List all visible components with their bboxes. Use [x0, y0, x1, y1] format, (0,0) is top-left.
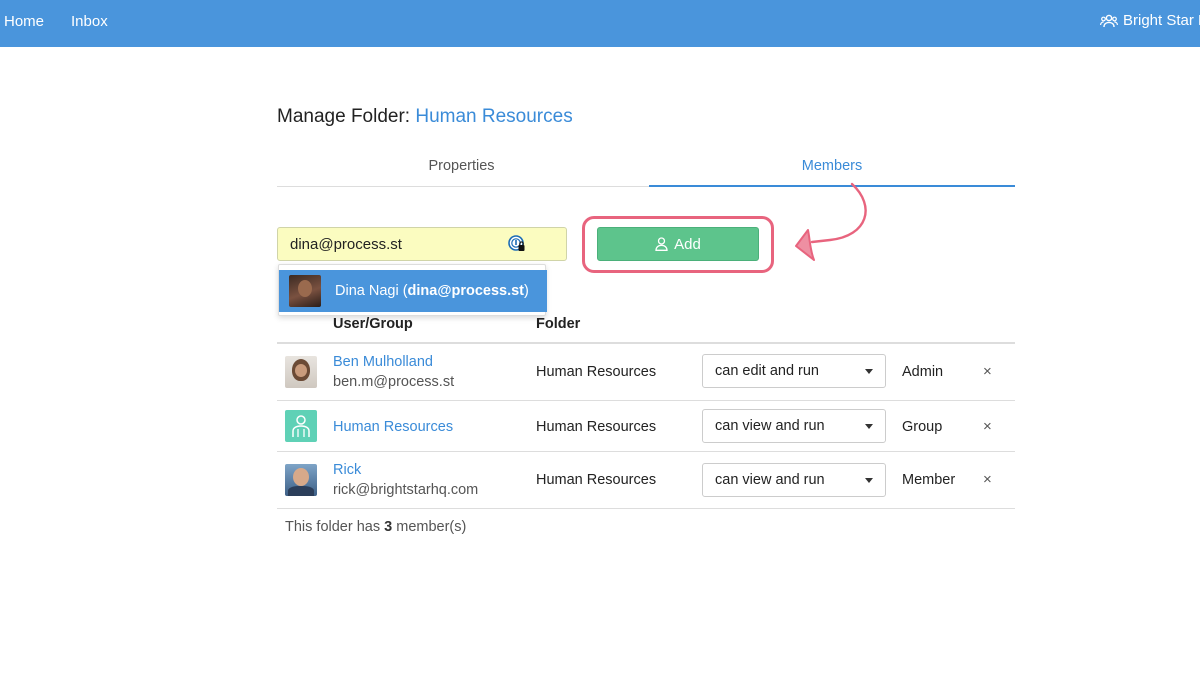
caret-down-icon	[865, 424, 873, 429]
org-name: Bright Star M	[1123, 12, 1200, 29]
add-button-label: Add	[674, 235, 701, 253]
member-count-text: This folder has 3 member(s)	[285, 519, 466, 535]
org-switcher[interactable]: Bright Star M	[1100, 12, 1200, 29]
add-member-button[interactable]: Add	[597, 227, 759, 261]
folder-name-link[interactable]: Human Resources	[415, 106, 572, 127]
remove-member-icon[interactable]: ×	[983, 418, 992, 435]
permission-value: can view and run	[715, 418, 825, 434]
permission-select[interactable]: can view and run	[702, 409, 886, 443]
page-title: Manage Folder: Human Resources	[277, 106, 573, 128]
permission-value: can view and run	[715, 472, 825, 488]
table-row: Human Resources Human Resources can view…	[277, 401, 1015, 452]
member-folder: Human Resources	[536, 472, 657, 488]
table-row: Rick rick@brightstarhq.com Human Resourc…	[277, 452, 1015, 509]
suggestion-email: dina@process.st	[407, 283, 525, 299]
avatar	[285, 356, 317, 388]
suggestion-item[interactable]: Dina Nagi ( dina@process.st )	[279, 270, 547, 312]
avatar	[285, 464, 317, 496]
group-name-link[interactable]: Human Resources	[333, 419, 453, 435]
annotation-arrow-icon	[795, 182, 867, 261]
member-name-link[interactable]: Rick	[333, 462, 361, 478]
member-count-suffix: member(s)	[392, 519, 467, 535]
remove-member-icon[interactable]: ×	[983, 471, 992, 488]
page-title-prefix: Manage Folder:	[277, 106, 411, 127]
caret-down-icon	[865, 369, 873, 374]
remove-member-icon[interactable]: ×	[983, 363, 992, 380]
top-nav: Home Inbox Bright Star M	[0, 0, 1200, 47]
tab-properties[interactable]: Properties	[277, 150, 646, 187]
permission-value: can edit and run	[715, 363, 819, 379]
member-name-link[interactable]: Ben Mulholland	[333, 354, 433, 370]
avatar	[289, 275, 321, 307]
member-email: rick@brightstarhq.com	[333, 482, 479, 498]
user-icon	[655, 237, 668, 251]
member-folder: Human Resources	[536, 419, 657, 435]
member-folder: Human Resources	[536, 364, 657, 380]
autocomplete-dropdown: Dina Nagi ( dina@process.st )	[278, 264, 547, 316]
password-manager-icon[interactable]	[508, 235, 526, 253]
permission-select[interactable]: can edit and run	[702, 354, 886, 388]
table-row: Ben Mulholland ben.m@process.st Human Re…	[277, 344, 1015, 401]
nav-home-link[interactable]: Home	[4, 13, 44, 30]
suggestion-name: Dina Nagi	[335, 283, 399, 299]
suggestion-close-paren: )	[524, 283, 529, 299]
member-role: Admin	[902, 364, 944, 380]
member-count: 3	[384, 519, 393, 535]
users-icon	[1100, 14, 1118, 27]
member-role: Group	[902, 419, 943, 435]
member-role: Member	[902, 472, 956, 488]
column-header-folder: Folder	[536, 316, 581, 332]
nav-inbox-link[interactable]: Inbox	[71, 13, 108, 30]
member-email: ben.m@process.st	[333, 374, 455, 390]
group-avatar	[285, 410, 317, 442]
caret-down-icon	[865, 478, 873, 483]
column-header-user: User/Group	[333, 316, 413, 332]
group-person-icon	[292, 415, 310, 437]
suggestion-open-paren: (	[398, 283, 408, 299]
permission-select[interactable]: can view and run	[702, 463, 886, 497]
tab-bar: Properties Members	[277, 150, 1015, 187]
member-count-prefix: This folder has	[285, 519, 385, 535]
